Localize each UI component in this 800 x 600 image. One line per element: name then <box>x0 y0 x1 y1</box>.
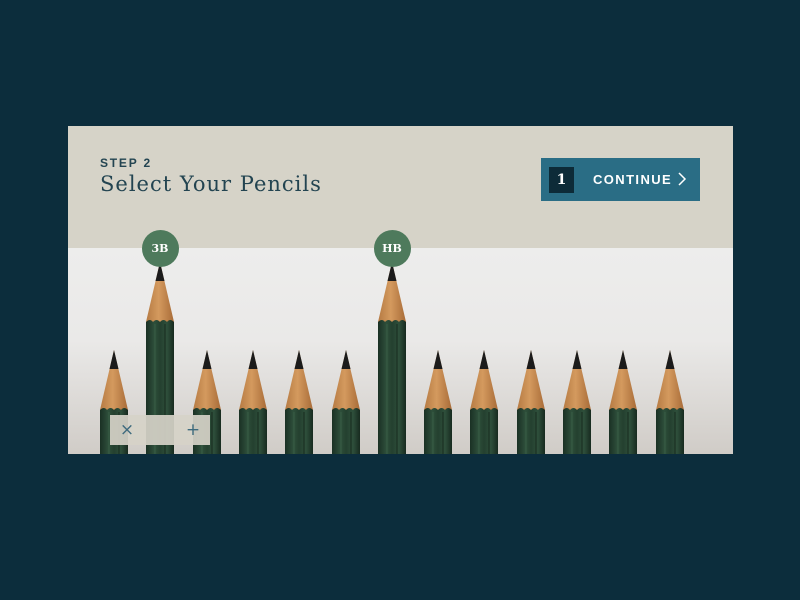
pencil[interactable] <box>517 350 545 454</box>
continue-label: CONTINUE <box>593 172 673 187</box>
quantity-control: × + <box>110 415 210 445</box>
close-icon[interactable]: × <box>110 415 144 445</box>
pencil-selected[interactable] <box>378 262 406 454</box>
card-header: STEP 2 Select Your Pencils 1 CONTINUE <box>68 126 733 248</box>
pencil-gallery: 3B HB × + <box>68 230 733 454</box>
continue-button[interactable]: 1 CONTINUE <box>541 158 700 201</box>
step-label: STEP 2 <box>100 156 152 170</box>
pencil[interactable] <box>656 350 684 454</box>
page-title: Select Your Pencils <box>100 172 322 196</box>
pencil-selection-card: STEP 2 Select Your Pencils 1 CONTINUE 3B… <box>68 126 733 454</box>
pencil[interactable] <box>470 350 498 454</box>
plus-icon[interactable]: + <box>176 415 210 445</box>
pencil[interactable] <box>285 350 313 454</box>
chevron-right-icon <box>678 172 687 186</box>
pencil[interactable] <box>563 350 591 454</box>
selected-count-badge: 1 <box>549 167 574 193</box>
grade-badge[interactable]: 3B <box>141 230 179 267</box>
pencil[interactable] <box>332 350 360 454</box>
pencil[interactable] <box>424 350 452 454</box>
pencil[interactable] <box>609 350 637 454</box>
grade-badge[interactable]: HB <box>373 230 411 267</box>
pencil[interactable] <box>239 350 267 454</box>
